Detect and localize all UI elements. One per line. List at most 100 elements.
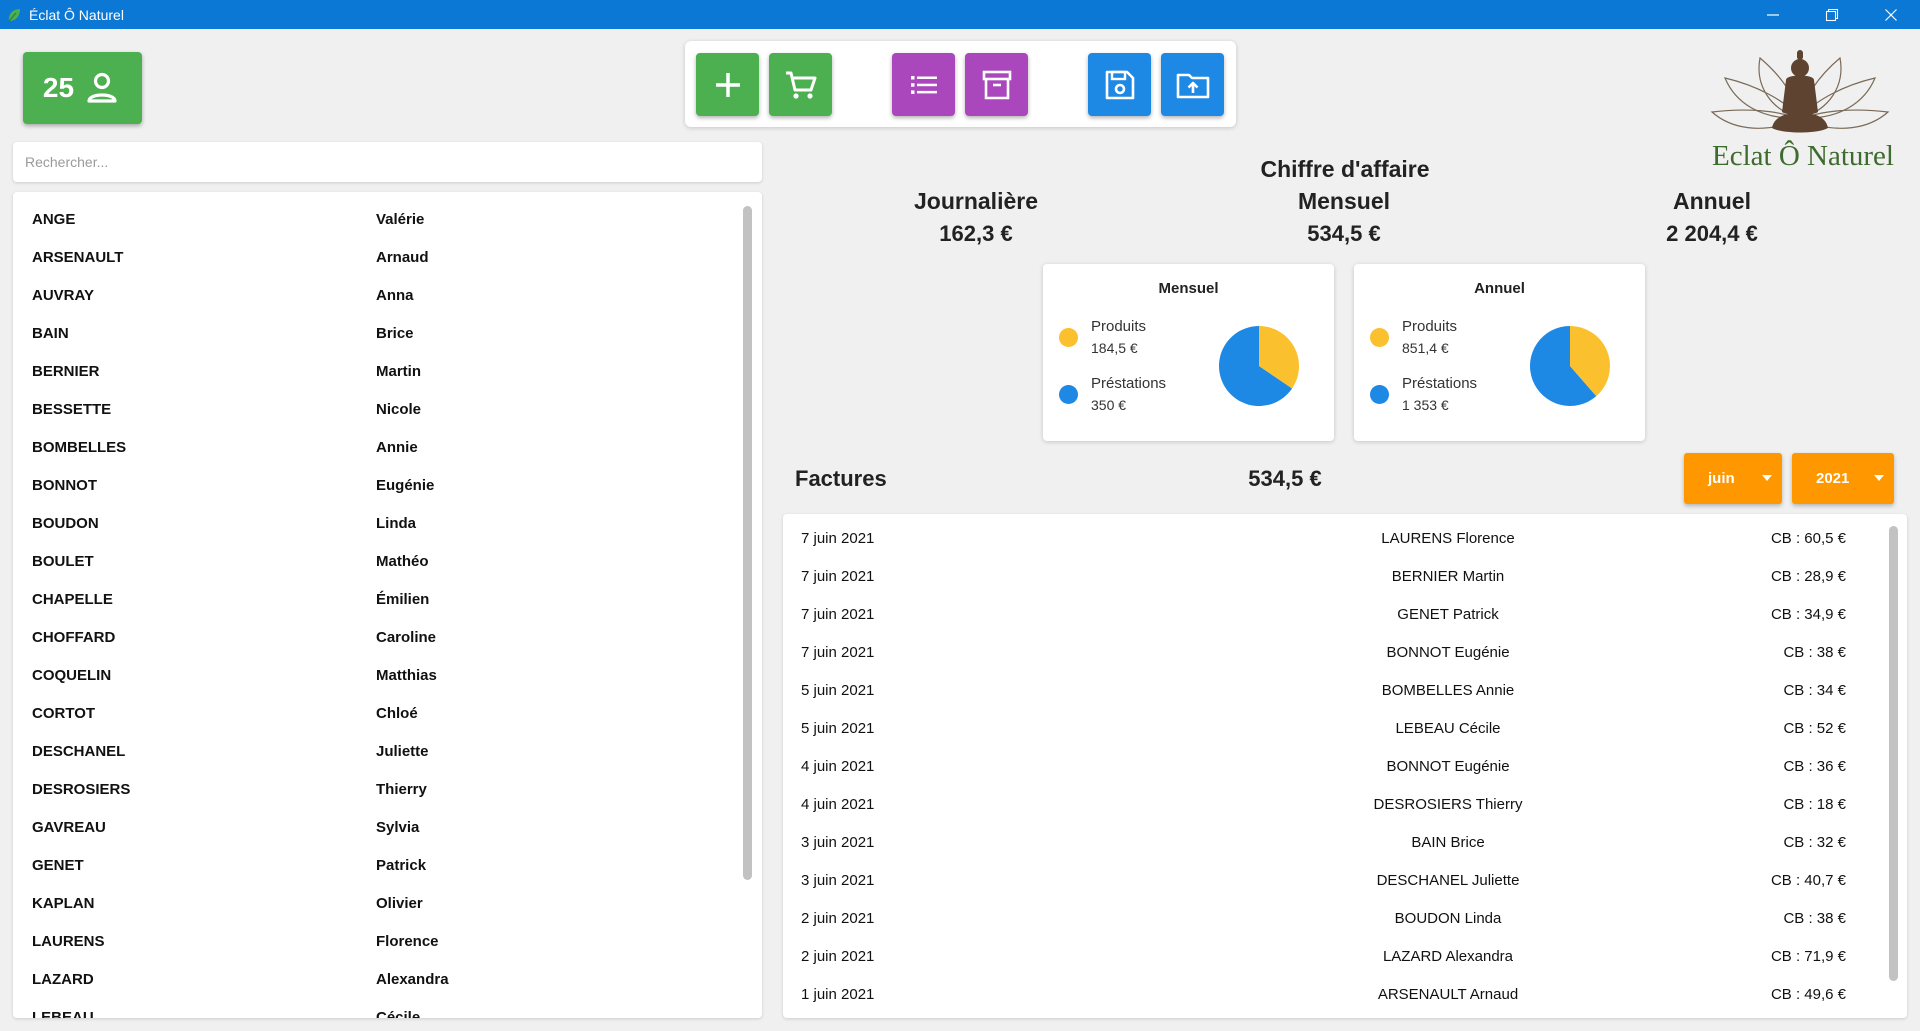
client-row[interactable]: CORTOT Chloé: [13, 694, 733, 732]
minimize-button[interactable]: [1743, 0, 1802, 29]
invoice-row[interactable]: 7 juin 2021 LAURENS Florence CB : 60,5 €: [783, 519, 1883, 557]
client-row[interactable]: DESCHANEL Juliette: [13, 732, 733, 770]
list-button[interactable]: [892, 53, 955, 116]
invoice-row[interactable]: 1 juin 2021 ARSENAULT Arnaud CB : 49,6 €: [783, 975, 1883, 1013]
annual-value: 2 204,4 €: [1666, 221, 1758, 246]
services-value: 1 353 €: [1402, 397, 1449, 413]
daily-value: 162,3 €: [939, 221, 1013, 246]
client-row[interactable]: LAZARD Alexandra: [13, 960, 733, 998]
card-title: Mensuel: [1158, 280, 1219, 297]
client-first-name: Nicole: [376, 400, 422, 418]
client-row[interactable]: ARSENAULT Arnaud: [13, 238, 733, 276]
client-last-name: AUVRAY: [32, 286, 94, 304]
invoice-row[interactable]: 5 juin 2021 LEBEAU Cécile CB : 52 €: [783, 709, 1883, 747]
client-row[interactable]: BOUDON Linda: [13, 504, 733, 542]
list-icon: [910, 75, 937, 94]
client-first-name: Matthias: [376, 666, 437, 684]
invoice-row[interactable]: 2 juin 2021 BOUDON Linda CB : 38 €: [783, 899, 1883, 937]
action-toolbar: [685, 41, 1236, 127]
add-button[interactable]: [696, 53, 759, 116]
invoices-total: 534,5 €: [1248, 466, 1322, 491]
invoice-row[interactable]: 2 juin 2021 LAZARD Alexandra CB : 71,9 €: [783, 937, 1883, 975]
invoice-date: 7 juin 2021: [801, 605, 875, 623]
client-first-name: Eugénie: [376, 476, 435, 494]
invoice-row[interactable]: 7 juin 2021 BERNIER Martin CB : 28,9 €: [783, 557, 1883, 595]
client-first-name: Émilien: [376, 590, 430, 608]
load-button[interactable]: [1161, 53, 1224, 116]
client-last-name: CHOFFARD: [32, 628, 116, 646]
monthly-label: Mensuel: [1297, 188, 1391, 214]
invoice-row[interactable]: 7 juin 2021 GENET Patrick CB : 34,9 €: [783, 595, 1883, 633]
client-row[interactable]: GAVREAU Sylvia: [13, 808, 733, 846]
client-last-name: ARSENAULT: [32, 248, 124, 266]
client-row[interactable]: GENET Patrick: [13, 846, 733, 884]
client-last-name: CHAPELLE: [32, 590, 113, 608]
invoice-payment: CB : 28,9 €: [1770, 567, 1846, 585]
invoice-payment: CB : 49,6 €: [1770, 985, 1846, 1003]
plus-icon: [715, 72, 740, 97]
client-first-name: Anna: [376, 286, 414, 304]
client-row[interactable]: ANGE Valérie: [13, 200, 733, 238]
invoice-row[interactable]: 3 juin 2021 DESCHANEL Juliette CB : 40,7 €: [783, 861, 1883, 899]
invoice-date: 4 juin 2021: [801, 795, 875, 813]
annual-breakdown-card: Annuel Produits 851,4 € Préstations 1 35…: [1354, 264, 1645, 441]
client-row[interactable]: BOMBELLES Annie: [13, 428, 733, 466]
close-button[interactable]: [1861, 0, 1920, 29]
client-last-name: DESROSIERS: [32, 780, 131, 798]
client-last-name: GENET: [32, 856, 84, 874]
year-select[interactable]: 2021: [1792, 453, 1894, 504]
invoice-date: 7 juin 2021: [801, 643, 875, 661]
invoice-row[interactable]: 3 juin 2021 BAIN Brice CB : 32 €: [783, 823, 1883, 861]
services-legend-dot: [1059, 385, 1078, 404]
client-row[interactable]: COQUELIN Matthias: [13, 656, 733, 694]
invoice-date: 1 juin 2021: [801, 985, 875, 1003]
client-first-name: Annie: [376, 438, 418, 456]
save-button[interactable]: [1088, 53, 1151, 116]
client-last-name: BOULET: [32, 552, 94, 570]
client-last-name: KAPLAN: [32, 894, 95, 912]
invoice-client: LAZARD Alexandra: [1382, 947, 1514, 965]
invoice-date: 3 juin 2021: [801, 833, 875, 851]
invoices-scrollbar[interactable]: [1889, 526, 1898, 981]
search-input[interactable]: [13, 142, 762, 182]
client-row[interactable]: BONNOT Eugénie: [13, 466, 733, 504]
invoice-row[interactable]: 4 juin 2021 BONNOT Eugénie CB : 36 €: [783, 747, 1883, 785]
products-value: 851,4 €: [1402, 340, 1449, 356]
client-row[interactable]: LAURENS Florence: [13, 922, 733, 960]
clients-scrollbar[interactable]: [743, 206, 752, 880]
services-label: Préstations: [1402, 375, 1478, 392]
client-row[interactable]: BERNIER Martin: [13, 352, 733, 390]
client-row[interactable]: BAIN Brice: [13, 314, 733, 352]
client-row[interactable]: DESROSIERS Thierry: [13, 770, 733, 808]
minimize-icon: [1766, 13, 1779, 16]
invoice-client: BERNIER Martin: [1391, 567, 1505, 585]
client-row[interactable]: CHOFFARD Caroline: [13, 618, 733, 656]
month-select[interactable]: juin: [1684, 453, 1782, 504]
archive-button[interactable]: [965, 53, 1028, 116]
invoice-date: 7 juin 2021: [801, 567, 875, 585]
restore-button[interactable]: [1802, 0, 1861, 29]
invoice-row[interactable]: 7 juin 2021 BONNOT Eugénie CB : 38 €: [783, 633, 1883, 671]
client-first-name: Valérie: [376, 210, 425, 228]
invoice-payment: CB : 60,5 €: [1770, 529, 1846, 547]
client-count: 25: [42, 72, 75, 103]
invoice-payment: CB : 38 €: [1783, 909, 1846, 927]
client-row[interactable]: BESSETTE Nicole: [13, 390, 733, 428]
invoice-row[interactable]: 5 juin 2021 BOMBELLES Annie CB : 34 €: [783, 671, 1883, 709]
invoice-date: 2 juin 2021: [801, 909, 875, 927]
client-row[interactable]: LEBEAU Cécile: [13, 998, 733, 1019]
client-row[interactable]: AUVRAY Anna: [13, 276, 733, 314]
client-first-name: Thierry: [376, 780, 427, 798]
invoices-title: Factures: [795, 466, 887, 491]
cart-button[interactable]: [769, 53, 832, 116]
client-last-name: COQUELIN: [32, 666, 112, 684]
client-first-name: Mathéo: [376, 552, 429, 570]
products-label: Produits: [1402, 318, 1458, 335]
client-first-name: Alexandra: [376, 970, 449, 988]
client-count-button[interactable]: 25: [23, 52, 142, 124]
invoice-row[interactable]: 4 juin 2021 DESROSIERS Thierry CB : 18 €: [783, 785, 1883, 823]
client-row[interactable]: BOULET Mathéo: [13, 542, 733, 580]
client-row[interactable]: KAPLAN Olivier: [13, 884, 733, 922]
client-row[interactable]: CHAPELLE Émilien: [13, 580, 733, 618]
invoice-client: DESROSIERS Thierry: [1373, 795, 1523, 813]
